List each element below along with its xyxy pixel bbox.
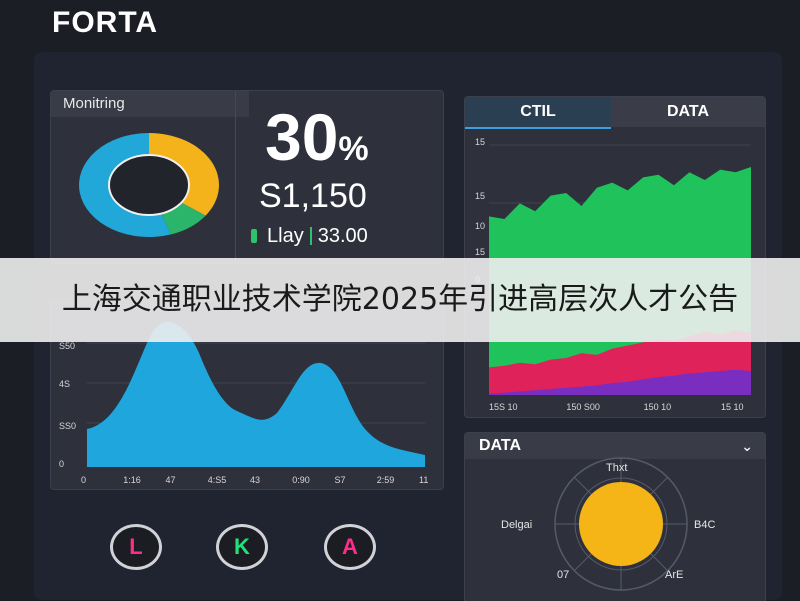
wave-y-tick: SS0 bbox=[59, 421, 76, 431]
radial-chart: Thxt Delgai B4C 07 ArE bbox=[501, 457, 715, 591]
rate-indicator-icon bbox=[251, 229, 257, 243]
a-button[interactable]: A bbox=[324, 524, 376, 570]
rate-separator bbox=[309, 227, 312, 245]
area-y-tick: 15 bbox=[475, 191, 485, 201]
radial-label-bottom-left: 07 bbox=[557, 569, 569, 581]
brand-logo: FORTA bbox=[52, 6, 159, 39]
l-button[interactable]: L bbox=[110, 524, 162, 570]
area-x-tick: 150 10 bbox=[644, 402, 672, 412]
area-chart: 151510150 15S 10150 S00150 1015 10 bbox=[475, 137, 751, 412]
wave-x-tick: 2:59 bbox=[377, 475, 395, 485]
area-y-tick: 15 bbox=[475, 247, 485, 257]
wave-x-tick: 4:S5 bbox=[208, 475, 227, 485]
area-y-tick: 15 bbox=[475, 137, 485, 147]
area-y-tick: 10 bbox=[475, 221, 485, 231]
rate-readout: Llay 33.00 bbox=[251, 225, 368, 248]
wave-x-tick: S7 bbox=[335, 475, 346, 485]
wave-x-tick: 43 bbox=[250, 475, 260, 485]
wave-x-tick: 0 bbox=[81, 475, 86, 485]
area-x-tick: 15 10 bbox=[721, 402, 744, 412]
wave-y-tick: 4S bbox=[59, 379, 70, 389]
percent-value: 30 bbox=[265, 100, 339, 174]
rate-label: Llay bbox=[267, 225, 304, 247]
wave-x-tick: 11 bbox=[419, 475, 428, 485]
donut-chart bbox=[78, 133, 219, 237]
panel-divider bbox=[235, 91, 236, 263]
rate-value: 33.00 bbox=[317, 225, 368, 247]
percent-unit: % bbox=[338, 130, 369, 168]
wave-x-tick: 0:90 bbox=[292, 475, 310, 485]
amount-readout: S1,150 bbox=[259, 177, 367, 215]
percent-readout: 30% bbox=[265, 99, 369, 175]
wave-y-tick: S50 bbox=[59, 341, 75, 351]
area-x-tick: 150 S00 bbox=[566, 402, 600, 412]
radial-label-bottom-right: ArE bbox=[665, 569, 683, 581]
monitoring-panel: Monitring 30% S1,150 Llay 33.00 bbox=[50, 90, 444, 264]
wave-x-tick: 1:16 bbox=[123, 475, 141, 485]
radial-label-left: Delgai bbox=[501, 519, 532, 531]
radial-center-disc bbox=[579, 482, 663, 566]
radial-label-right: B4C bbox=[694, 519, 715, 531]
radial-data-panel: DATA ⌄ Thxt Delgai B4C 07 ArE bbox=[464, 432, 766, 601]
announcement-banner: 上海交通职业技术学院2025年引进高层次人才公告 bbox=[0, 258, 800, 342]
area-x-tick: 15S 10 bbox=[489, 402, 518, 412]
area-chart-panel: CTIL DATA 151510150 15S 10150 S00150 101… bbox=[464, 96, 766, 418]
k-button[interactable]: K bbox=[216, 524, 268, 570]
radial-label-top: Thxt bbox=[606, 462, 627, 474]
wave-x-tick: 47 bbox=[166, 475, 176, 485]
monitoring-tab[interactable]: Monitring bbox=[51, 91, 249, 117]
wave-area bbox=[87, 321, 425, 467]
donut-hole bbox=[108, 154, 190, 216]
wave-y-tick: 0 bbox=[59, 459, 64, 469]
